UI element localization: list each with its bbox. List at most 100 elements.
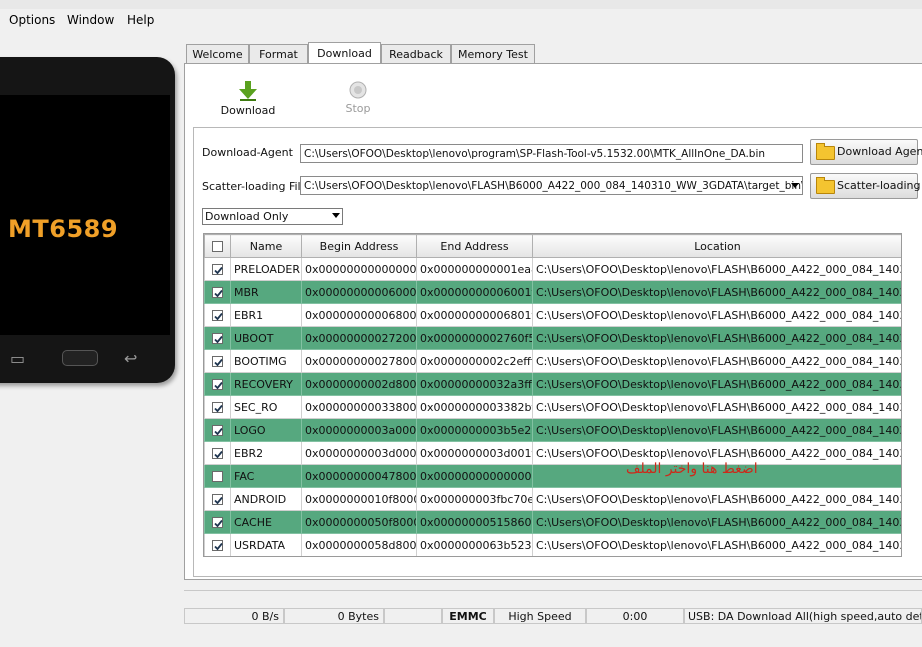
checkmark-icon [214,519,223,528]
table-row[interactable]: MBR0x00000000006000000x00000000006001ffC… [204,280,901,304]
status-storage: EMMC [442,608,494,624]
partition-checkbox[interactable] [212,264,223,275]
partition-rows: PRELOADER0x00000000000000000x00000000000… [204,257,901,556]
row-select-cell[interactable] [204,303,231,327]
cell-location: C:\Users\OFOO\Desktop\lenovo\FLASH\B6000… [532,257,901,281]
row-select-cell[interactable] [204,349,231,373]
table-row[interactable]: ANDROID 0x0000000010f80000 0x000000003fbc7… [204,487,901,511]
partition-checkbox[interactable] [212,310,223,321]
cell-location: C:\Users\OFOO\Desktop\lenovo\FLASH\B6000… [532,349,901,373]
menu-help[interactable]: Help [127,13,154,27]
cell-end: 0x0000000051586093 [416,510,533,534]
row-select-cell[interactable] [204,395,231,419]
download-agent-button-label: Download Agent [837,145,922,158]
row-select-cell[interactable] [204,487,231,511]
download-button[interactable]: Download [219,80,277,117]
cell-name: FAC [230,464,302,488]
row-select-cell[interactable] [204,372,231,396]
table-row[interactable]: FAC0x00000000047800000x0000000000000000 [204,464,901,488]
scatter-loading-button[interactable]: Scatter-loading [810,173,920,199]
cell-end: 0x0000000003d001ff [416,441,533,465]
row-select-cell[interactable] [204,441,231,465]
tab-format[interactable]: Format [249,44,308,63]
menu-options[interactable]: Options [9,13,55,27]
partition-checkbox[interactable] [212,425,223,436]
cell-begin: 0x0000000010f80000 [301,487,417,511]
menu-bar: Options Window Help [0,9,922,32]
download-agent-path-field[interactable]: C:\Users\OFOO\Desktop\lenovo\program\SP-… [300,144,803,163]
checkmark-icon [214,427,223,436]
cell-begin: 0x0000000003380000 [301,395,417,419]
table-row[interactable]: UBOOT0x00000000027200000x0000000002760f5… [204,326,901,350]
cell-end: 0x00000000032a3fff [416,372,533,396]
column-location[interactable]: Location [532,234,901,258]
table-row[interactable]: LOGO0x0000000003a000000x0000000003b5e29b… [204,418,901,442]
partition-table: Name Begin Address End Address Location … [203,233,902,557]
menu-window[interactable]: Window [67,13,114,27]
checkmark-icon [214,496,223,505]
partition-checkbox[interactable] [212,494,223,505]
row-select-cell[interactable] [204,533,231,556]
table-row[interactable]: BOOTIMG0x00000000027800000x0000000002c2e… [204,349,901,373]
download-mode-value: Download Only [205,210,289,223]
cell-name: ANDROID [230,487,302,511]
folder-icon [816,177,835,194]
row-select-cell[interactable] [204,418,231,442]
table-row[interactable]: EBR10x00000000006800000x00000000006801ff… [204,303,901,327]
cell-name: PRELOADER [230,257,302,281]
cell-name: RECOVERY [230,372,302,396]
scatter-file-path-text: C:\Users\OFOO\Desktop\lenovo\FLASH\B6000… [304,180,803,192]
tab-welcome[interactable]: Welcome [186,44,249,63]
row-select-cell[interactable] [204,510,231,534]
partition-checkbox[interactable] [212,471,223,482]
row-select-cell[interactable] [204,464,231,488]
annotation-text: اضغط هنا واختر الملف [626,461,758,477]
partition-checkbox[interactable] [212,287,223,298]
partition-checkbox[interactable] [212,540,223,551]
cell-name: LOGO [230,418,302,442]
table-row[interactable]: USRDATA0x0000000058d800000x0000000063b52… [204,533,901,556]
stop-button[interactable]: Stop [333,80,383,115]
column-end-address[interactable]: End Address [416,234,533,258]
partition-checkbox[interactable] [212,448,223,459]
row-select-cell[interactable] [204,326,231,350]
select-all-checkbox[interactable] [212,241,223,252]
status-separator [384,608,442,624]
cell-begin: 0x0000000004780000 [301,464,417,488]
scatter-file-path-field[interactable]: C:\Users\OFOO\Desktop\lenovo\FLASH\B6000… [300,176,803,195]
partition-checkbox[interactable] [212,379,223,390]
table-row[interactable]: RECOVERY0x0000000002d800000x00000000032a… [204,372,901,396]
select-all-header[interactable] [204,234,231,258]
partition-checkbox[interactable] [212,517,223,528]
tab-memory-test[interactable]: Memory Test [451,44,535,63]
partition-checkbox[interactable] [212,356,223,367]
cell-end: 0x000000000001ea8b [416,257,533,281]
download-mode-select[interactable]: Download Only [202,208,343,225]
row-select-cell[interactable] [204,280,231,304]
partition-checkbox[interactable] [212,402,223,413]
table-header-row: Name Begin Address End Address Location [204,234,901,258]
table-row[interactable]: CACHE0x0000000050f800000x000000005158609… [204,510,901,534]
cell-location: C:\Users\OFOO\Desktop\lenovo\FLASH\B6000… [532,487,901,511]
cell-end: 0x00000000006001ff [416,280,533,304]
tab-download[interactable]: Download [308,42,381,63]
table-row[interactable]: SEC_RO0x00000000033800000x0000000003382b… [204,395,901,419]
checkmark-icon [214,289,223,298]
status-usb: USB: DA Download All(high speed,auto det… [684,608,922,624]
cell-end: 0x0000000003382bff [416,395,533,419]
checkmark-icon [214,312,223,321]
tab-readback[interactable]: Readback [381,44,451,63]
table-row[interactable]: PRELOADER0x00000000000000000x00000000000… [204,257,901,281]
phone-menu-key-icon: ▭ [10,349,26,368]
column-begin-address[interactable]: Begin Address [301,234,417,258]
cell-location: C:\Users\OFOO\Desktop\lenovo\FLASH\B6000… [532,326,901,350]
status-mode: High Speed [494,608,586,624]
cell-begin: 0x0000000003d00000 [301,441,417,465]
status-bar: 0 B/s 0 Bytes EMMC High Speed 0:00 USB: … [184,608,922,624]
column-name[interactable]: Name [230,234,302,258]
download-agent-button[interactable]: Download Agent [810,139,922,165]
row-select-cell[interactable] [204,257,231,281]
table-row[interactable]: EBR20x0000000003d000000x0000000003d001ff… [204,441,901,465]
cell-begin: 0x0000000003a00000 [301,418,417,442]
partition-checkbox[interactable] [212,333,223,344]
